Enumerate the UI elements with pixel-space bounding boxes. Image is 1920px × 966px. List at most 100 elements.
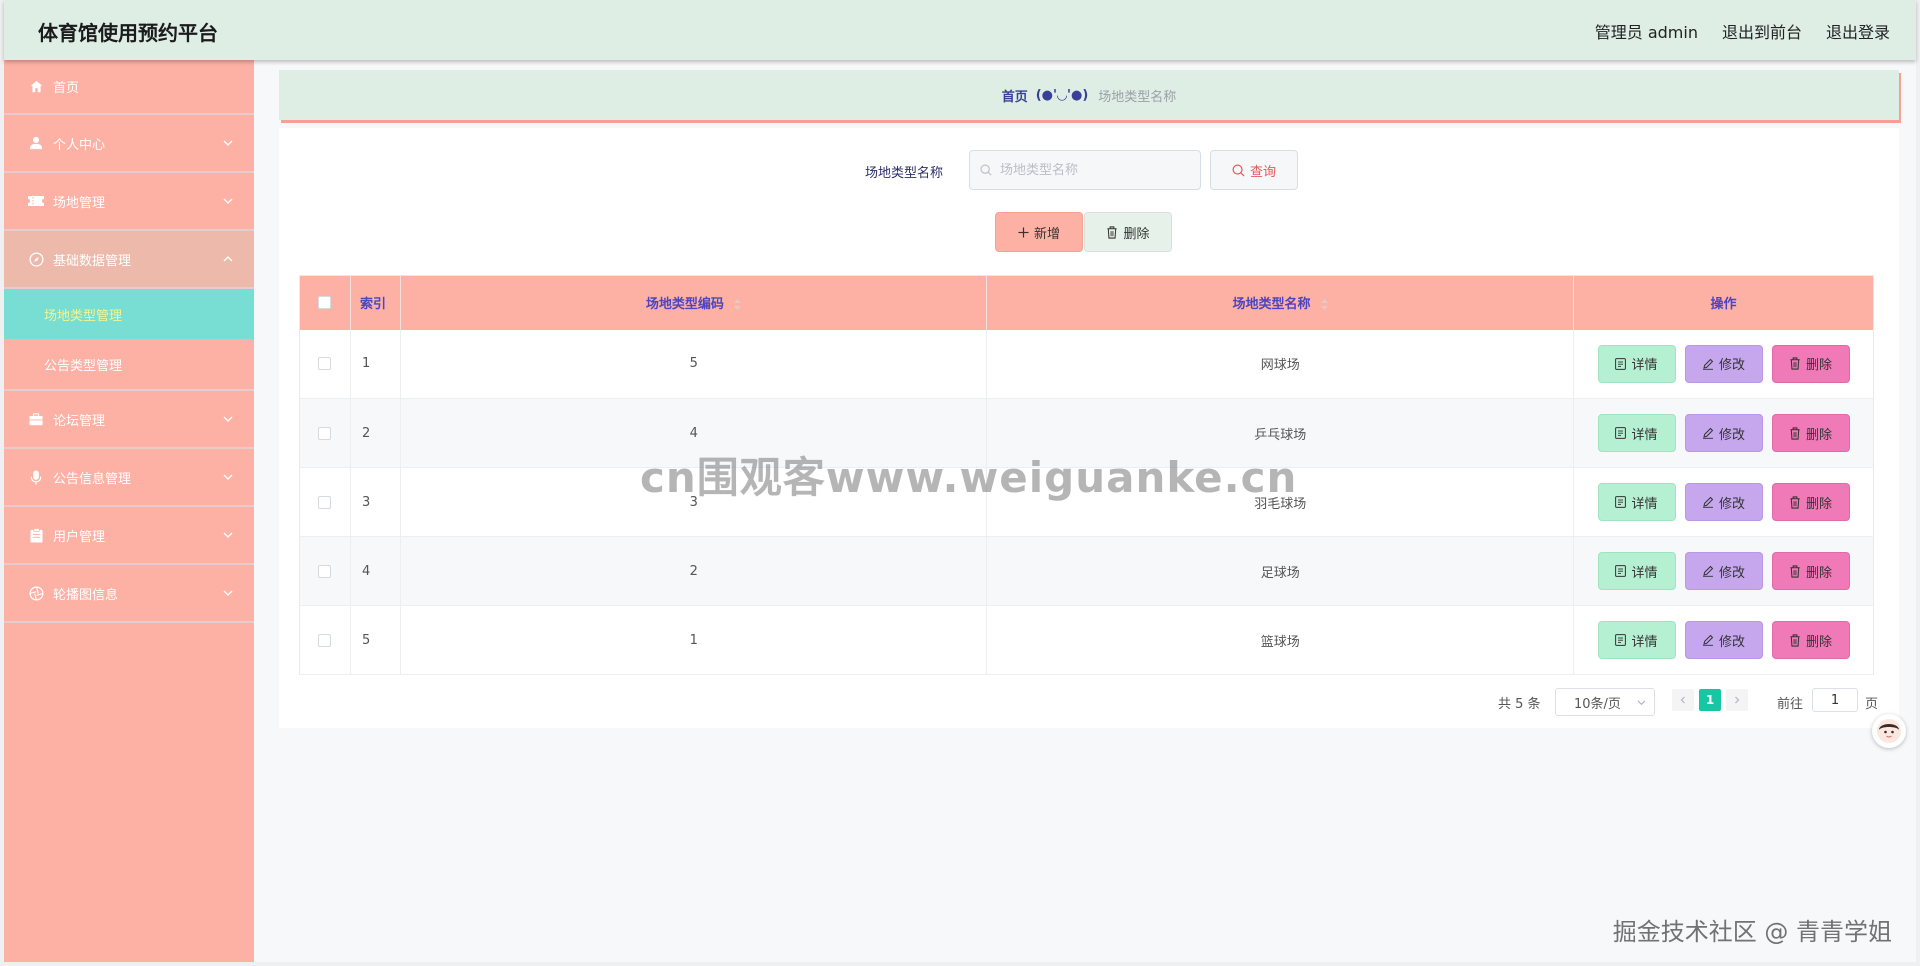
detail-button[interactable]: 详情 [1597, 483, 1676, 521]
pagination: 共 5 条 10条/页 1 前往 页 [279, 688, 1899, 716]
delete-button[interactable]: 删除 [1771, 414, 1850, 452]
detail-button[interactable]: 详情 [1597, 621, 1676, 659]
app-title: 体育馆使用预约平台 [38, 21, 218, 45]
row-checkbox[interactable] [318, 495, 332, 509]
detail-button-label: 详情 [1631, 565, 1658, 581]
row-checkbox[interactable] [318, 633, 332, 647]
search-input[interactable] [1000, 162, 1190, 178]
sidebar-subitem-notice-type-management[interactable]: 公告类型管理 [4, 339, 254, 391]
sidebar-subitem-venue-type-management[interactable]: 场地类型管理 [4, 289, 254, 339]
sidebar-item-carousel-info[interactable]: 轮播图信息 [4, 565, 254, 623]
select-all-cell [299, 275, 351, 330]
row-index: 4 [350, 536, 401, 606]
column-header-code[interactable]: 场地类型编码 [400, 275, 988, 330]
delete-button[interactable]: 删除 [1771, 344, 1850, 383]
trash-icon [1790, 495, 1800, 509]
breadcrumb-home-link[interactable]: 首页 [1002, 86, 1028, 105]
sidebar-item-label: 基础数据管理 [53, 253, 132, 269]
chevron-down-icon [223, 532, 233, 538]
assistant-avatar[interactable] [1872, 714, 1906, 748]
row-code: 1 [400, 605, 988, 675]
goto-label: 前往 [1777, 697, 1804, 712]
edit-button[interactable]: 修改 [1684, 483, 1763, 521]
add-button-label: 新增 [1033, 226, 1060, 242]
detail-button[interactable]: 详情 [1597, 552, 1676, 590]
sidebar-item-venue-management[interactable]: 场地管理 [4, 173, 254, 231]
sidebar-item-home[interactable]: 首页 [4, 60, 254, 115]
row-index: 1 [350, 329, 401, 399]
column-header-ops: 操作 [1573, 275, 1874, 330]
chevron-down-icon [223, 474, 233, 480]
edit-button[interactable]: 修改 [1684, 552, 1763, 590]
goto-page-input[interactable] [1812, 688, 1858, 712]
row-ops: 详情 修改 删除 [1574, 552, 1873, 590]
sidebar-item-label: 论坛管理 [53, 413, 106, 429]
document-icon [1615, 427, 1627, 439]
delete-button-label: 删除 [1805, 565, 1832, 581]
row-code: 3 [400, 467, 988, 537]
sidebar-item-notice-management[interactable]: 公告信息管理 [4, 449, 254, 507]
row-ops-cell: 详情 修改 删除 [1573, 467, 1874, 537]
sidebar-item-forum-management[interactable]: 论坛管理 [4, 391, 254, 449]
table-body: 1 5 网球场 详情 修改 删除 2 4 乒乓球场 详情 修改 删除 3 3 羽毛球场 详情 修改 删除 4 2 足球场… [299, 329, 1874, 675]
row-name: 篮球场 [986, 605, 1574, 675]
microphone-icon [28, 469, 44, 485]
row-code: 2 [400, 536, 988, 606]
select-all-checkbox[interactable] [318, 296, 332, 310]
trash-icon [1790, 633, 1800, 647]
row-ops: 详情 修改 删除 [1574, 414, 1873, 452]
row-ops-cell: 详情 修改 删除 [1573, 398, 1874, 468]
search-field[interactable] [969, 150, 1201, 190]
sidebar-item-user-management[interactable]: 用户管理 [4, 507, 254, 565]
chevron-down-icon [223, 140, 233, 146]
edit-button-label: 修改 [1718, 496, 1745, 512]
delete-button-label: 删除 [1805, 496, 1832, 512]
logout-link[interactable]: 退出登录 [1826, 19, 1890, 43]
delete-button-label: 删除 [1805, 427, 1832, 443]
row-checkbox[interactable] [318, 426, 332, 440]
exit-to-front-link[interactable]: 退出到前台 [1722, 19, 1802, 43]
page-size-value: 10条/页 [1574, 696, 1621, 712]
pencil-icon [1702, 496, 1714, 508]
table-row: 1 5 网球场 详情 修改 删除 [299, 329, 1874, 399]
delete-button[interactable]: 删除 [1771, 621, 1850, 659]
detail-button[interactable]: 详情 [1597, 414, 1676, 452]
row-code: 4 [400, 398, 988, 468]
row-ops: 详情 修改 删除 [1574, 483, 1873, 521]
delete-button[interactable]: 删除 [1771, 552, 1850, 590]
chevron-right-icon [1735, 696, 1740, 704]
trash-icon [1790, 426, 1800, 440]
delete-button[interactable]: 删除 [1771, 483, 1850, 521]
edit-button[interactable]: 修改 [1684, 621, 1763, 659]
ticket-icon [28, 193, 44, 209]
table-header-row: 索引 场地类型编码 场地类型名称 操作 [299, 275, 1874, 330]
edit-button-label: 修改 [1718, 565, 1745, 581]
edit-button[interactable]: 修改 [1684, 344, 1763, 383]
page-number-current[interactable]: 1 [1699, 689, 1721, 711]
page-size-select[interactable]: 10条/页 [1555, 688, 1655, 716]
sidebar-item-basic-data-management[interactable]: 基础数据管理 [4, 231, 254, 289]
column-header-name[interactable]: 场地类型名称 [986, 275, 1574, 330]
next-page-button[interactable] [1726, 689, 1748, 711]
add-button[interactable]: 新增 [995, 212, 1083, 252]
trash-icon [1790, 564, 1800, 578]
search-icon [1232, 164, 1245, 176]
row-checkbox[interactable] [318, 564, 332, 578]
sidebar-item-personal-center[interactable]: 个人中心 [4, 115, 254, 173]
row-ops: 详情 修改 删除 [1574, 621, 1873, 659]
sidebar-subitem-label: 公告类型管理 [44, 358, 123, 374]
row-select-cell [299, 329, 351, 399]
pencil-icon [1702, 634, 1714, 646]
batch-delete-button[interactable]: 删除 [1084, 212, 1172, 252]
row-checkbox[interactable] [318, 357, 332, 371]
prev-page-button[interactable] [1672, 689, 1694, 711]
sort-icon[interactable] [1321, 299, 1328, 311]
pencil-icon [1702, 565, 1714, 577]
sort-icon[interactable] [734, 299, 742, 311]
current-user-label: 管理员 admin [1594, 23, 1698, 42]
sidebar-item-label: 个人中心 [53, 137, 106, 153]
edit-button[interactable]: 修改 [1684, 414, 1763, 452]
query-button[interactable]: 查询 [1210, 150, 1298, 190]
detail-button[interactable]: 详情 [1597, 344, 1676, 383]
pagination-total: 共 5 条 [1498, 697, 1541, 712]
